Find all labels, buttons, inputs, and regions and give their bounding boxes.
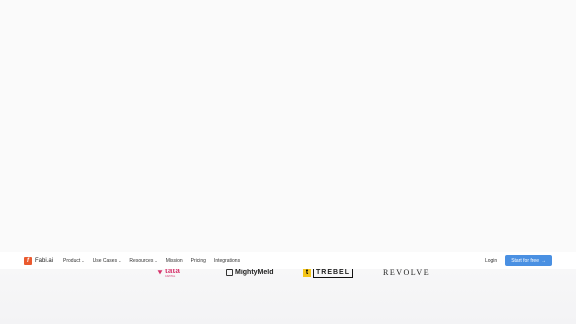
chevron-down-icon: ⌄: [154, 258, 158, 263]
nav-item-pricing[interactable]: Pricing: [191, 258, 206, 264]
nav-item-label: Resources: [129, 257, 154, 264]
start-for-free-button[interactable]: Start for free →: [505, 255, 552, 266]
tata-subtext: CAPITAL: [165, 274, 176, 278]
tata-mark-icon: [157, 270, 163, 275]
cta-label: Start for free: [511, 257, 539, 264]
nav-item-label: Integrations: [213, 257, 241, 264]
nav-item-resources[interactable]: Resources ⌄: [129, 258, 157, 264]
hero-section: [0, 0, 576, 250]
mightymeld-mark-icon: [226, 268, 233, 276]
login-link[interactable]: Login: [485, 258, 497, 264]
nav-item-label: Product: [63, 257, 81, 264]
nav-item-product[interactable]: Product ⌄: [63, 258, 85, 264]
nav-item-integrations[interactable]: Integrations: [214, 258, 240, 264]
nav-item-use-cases[interactable]: Use Cases ⌄: [93, 258, 122, 264]
fabi-logo-icon: f: [24, 256, 32, 265]
nav-menu: Product ⌄ Use Cases ⌄ Resources ⌄ Missio…: [63, 258, 240, 264]
chevron-down-icon: ⌄: [118, 258, 122, 263]
brand-name: Fabi.ai: [35, 257, 54, 264]
nav-item-label: Use Cases: [92, 257, 118, 264]
nav-item-label: Mission: [165, 257, 183, 264]
mightymeld-wordmark: MightyMeld: [235, 268, 274, 276]
brand-logo[interactable]: f Fabi.ai: [24, 256, 54, 265]
top-navbar: f Fabi.ai Product ⌄ Use Cases ⌄ Resource…: [0, 252, 576, 269]
nav-item-mission[interactable]: Mission: [166, 258, 183, 264]
chevron-down-icon: ⌄: [81, 258, 85, 263]
nav-item-label: Pricing: [190, 257, 206, 264]
arrow-right-icon: →: [541, 257, 546, 264]
